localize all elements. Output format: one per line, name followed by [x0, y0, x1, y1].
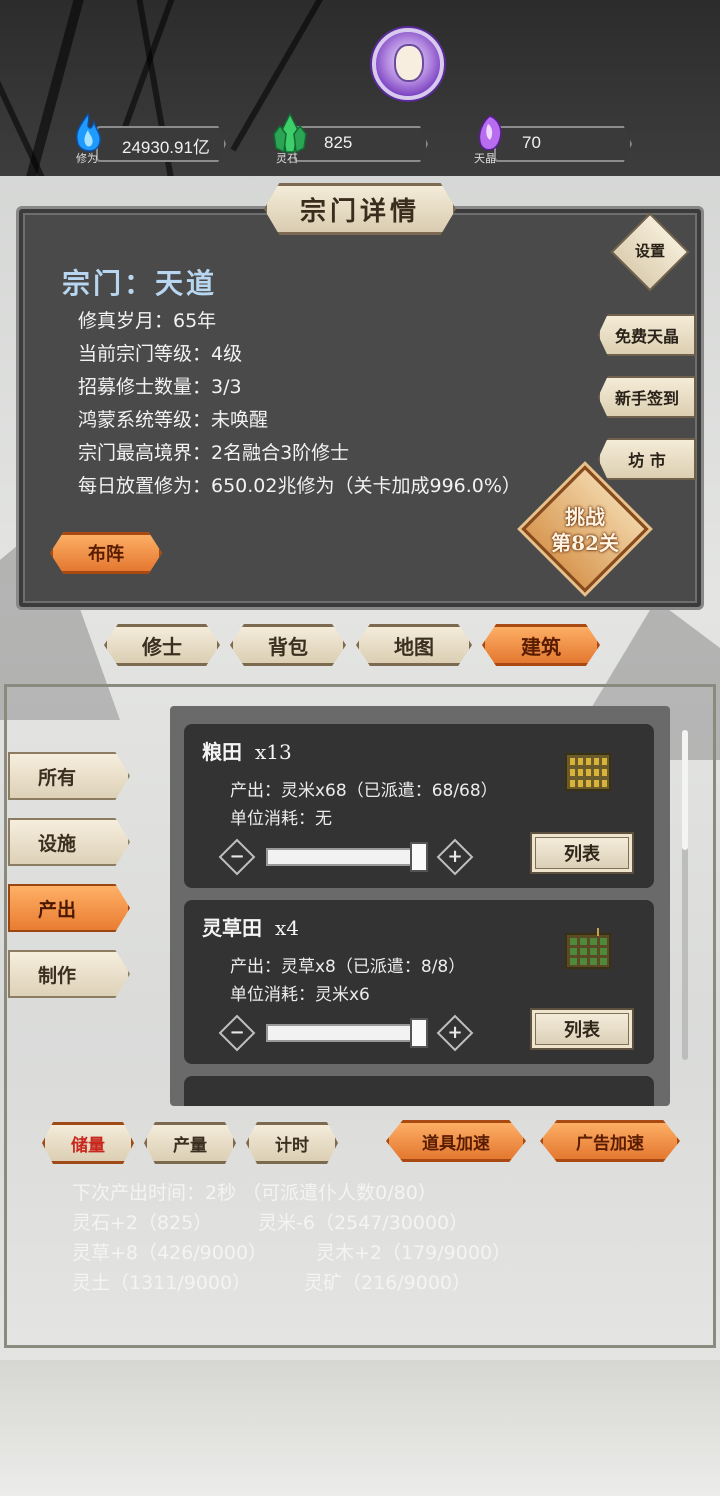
minus-icon: − [229, 1022, 245, 1043]
info-sect-level: 当前宗门等级：4级 [78, 343, 243, 365]
settings-label: 设置 [634, 242, 665, 260]
player-avatar[interactable] [372, 28, 444, 100]
herb-field-icon [565, 928, 611, 969]
avatar-portrait [394, 44, 424, 82]
spirit-stone-caption: 灵石 [276, 152, 298, 165]
subtab-storage[interactable]: 储量 [42, 1122, 134, 1164]
heaven-crystal-caption: 天晶 [474, 152, 496, 165]
cultivation-caption: 修为 [76, 152, 98, 165]
building-cost: 单位消耗：灵米x6 [230, 985, 370, 1005]
newbie-checkin-button[interactable]: 新手签到 [598, 376, 696, 418]
building-title: 粮田 x13 [202, 736, 292, 765]
building-count: x4 [274, 916, 299, 940]
cloud-background [0, 1360, 720, 1496]
challenge-text: 挑战 [565, 505, 605, 529]
subtab-output[interactable]: 产量 [144, 1122, 236, 1164]
info-recruit-count: 招募修士数量：3/3 [78, 376, 242, 398]
stat-spirit-rice: 灵米-6（2547/30000） [258, 1212, 469, 1234]
challenge-stage-number: 第82关 [551, 531, 619, 555]
stat-spirit-herb: 灵草+8（426/9000） [72, 1242, 268, 1264]
info-highest-realm: 宗门最高境界：2名融合3阶修士 [78, 442, 350, 464]
info-cultivation-years: 修真岁月：65年 [78, 310, 217, 332]
tab-cultivators[interactable]: 修士 [104, 624, 220, 666]
building-name: 粮田 [202, 740, 242, 764]
plus-icon: + [447, 1022, 463, 1043]
dispatch-slider[interactable] [266, 1024, 424, 1042]
formation-button[interactable]: 布阵 [50, 532, 162, 574]
dispatch-slider[interactable] [266, 848, 424, 866]
building-output: 产出：灵米x68（已派遣：68/68） [230, 781, 498, 801]
building-cost: 单位消耗：无 [230, 809, 332, 829]
plus-icon: + [447, 846, 463, 867]
category-facilities[interactable]: 设施 [8, 818, 130, 866]
building-title: 灵草田 x4 [202, 912, 299, 941]
stat-spirit-stone: 灵石+2（825） [72, 1212, 213, 1234]
stat-spirit-wood: 灵木+2（179/9000） [316, 1242, 512, 1264]
category-crafting[interactable]: 制作 [8, 950, 130, 998]
spirit-stone-value: 825 [324, 133, 353, 152]
building-card-partial [184, 1076, 654, 1106]
category-production[interactable]: 产出 [8, 884, 130, 932]
category-all[interactable]: 所有 [8, 752, 130, 800]
info-hongmeng-level: 鸿蒙系统等级：未唤醒 [78, 409, 269, 431]
market-button[interactable]: 坊 市 [598, 438, 696, 480]
tab-backpack[interactable]: 背包 [230, 624, 346, 666]
minus-icon: − [229, 846, 245, 867]
list-scrollbar-thumb[interactable] [682, 730, 688, 850]
tab-buildings[interactable]: 建筑 [482, 624, 600, 666]
info-daily-idle: 每日放置修为：650.02兆修为（关卡加成996.0%） [78, 475, 521, 497]
building-card: 灵草田 x4 产出：灵草x8（已派遣：8/8） 单位消耗：灵米x6 − + 列表 [184, 900, 654, 1064]
challenge-stage-label: 挑战 第82关 [536, 504, 634, 556]
sect-details-title: 宗门详情 [264, 183, 456, 235]
tab-map[interactable]: 地图 [356, 624, 472, 666]
sect-details-title-text: 宗门详情 [299, 196, 420, 227]
building-card: 粮田 x13 产出：灵米x68（已派遣：68/68） 单位消耗：无 − + 列表 [184, 724, 654, 888]
cultivation-value: 24930.91亿 [122, 138, 210, 157]
spirit-stone-resource-bar [294, 126, 428, 162]
building-name: 灵草田 [202, 916, 262, 940]
building-count: x13 [254, 740, 292, 764]
building-list[interactable]: 粮田 x13 产出：灵米x68（已派遣：68/68） 单位消耗：无 − + 列表… [170, 706, 670, 1106]
heaven-crystal-resource-bar [494, 126, 632, 162]
rice-field-icon [565, 753, 611, 791]
list-button[interactable]: 列表 [530, 832, 634, 874]
dispatch-slider-handle[interactable] [410, 1018, 428, 1048]
heaven-crystal-value: 70 [522, 133, 541, 152]
sect-name: 宗门：天道 [62, 267, 218, 300]
subtab-timer[interactable]: 计时 [246, 1122, 338, 1164]
item-speedup-button[interactable]: 道具加速 [386, 1120, 526, 1162]
free-crystal-button[interactable]: 免费天晶 [598, 314, 696, 356]
stat-spirit-ore: 灵矿（216/9000） [304, 1272, 472, 1294]
stat-spirit-soil: 灵土（1311/9000） [72, 1272, 252, 1294]
building-output: 产出：灵草x8（已派遣：8/8） [230, 957, 466, 977]
list-button[interactable]: 列表 [530, 1008, 634, 1050]
next-output-time: 下次产出时间：2秒 （可派遣仆人数0/80） [72, 1182, 437, 1204]
ad-speedup-button[interactable]: 广告加速 [540, 1120, 680, 1162]
dispatch-slider-handle[interactable] [410, 842, 428, 872]
